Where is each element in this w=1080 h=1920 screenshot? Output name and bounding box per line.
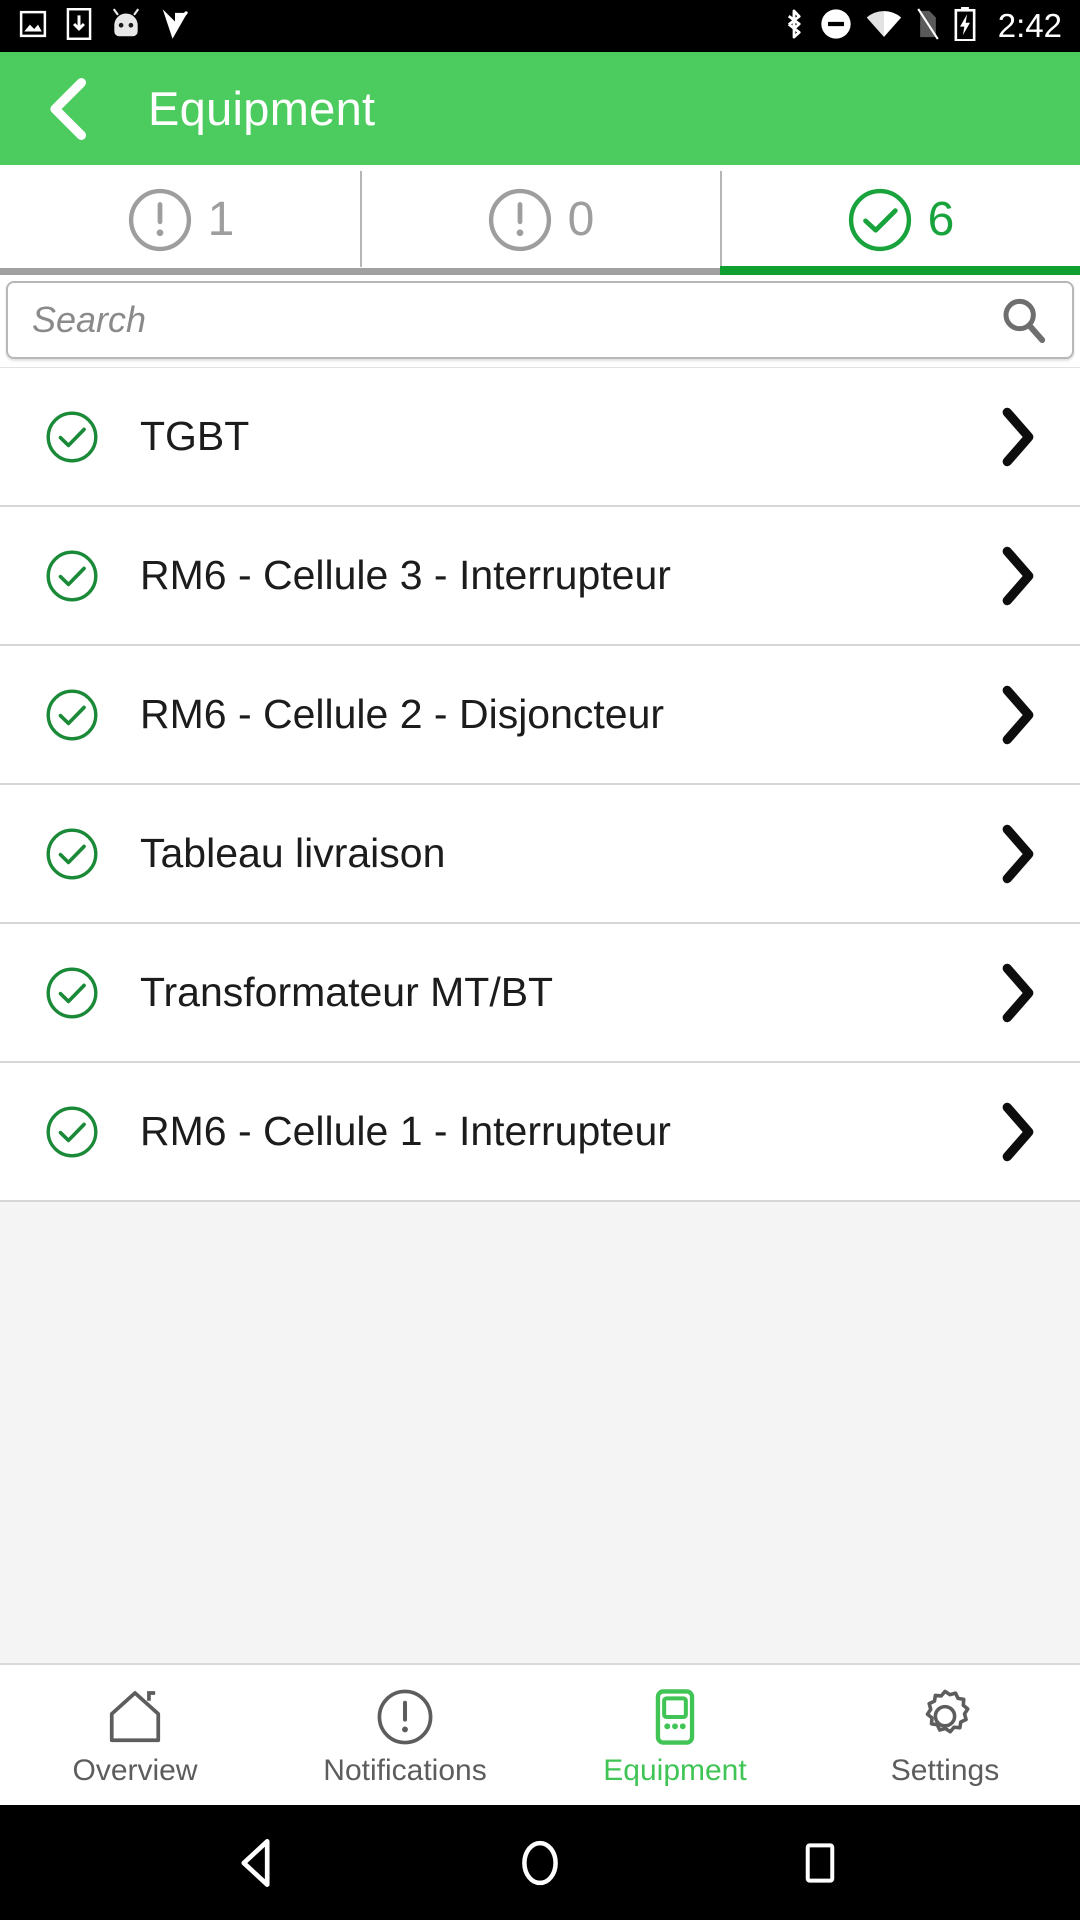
tab-count: 1 — [207, 193, 235, 246]
tab-count: 6 — [927, 193, 955, 246]
chevron-right-icon[interactable] — [990, 680, 1046, 750]
nav-item-notifications[interactable]: Notifications — [270, 1665, 540, 1805]
tab-underline — [0, 268, 360, 275]
download-icon — [66, 7, 92, 45]
check-circle-icon — [44, 965, 100, 1021]
nav-item-label: Equipment — [603, 1754, 747, 1787]
list-item-label: TGBT — [140, 413, 250, 459]
nav-item-label: Notifications — [323, 1754, 487, 1787]
list-item[interactable]: Transformateur MT/BT — [0, 924, 1080, 1063]
list-item[interactable]: TGBT — [0, 368, 1080, 507]
no-sim-icon — [916, 7, 940, 46]
home-icon — [104, 1684, 166, 1750]
search-bar-container — [0, 275, 1080, 367]
home-circle-icon — [522, 1840, 558, 1885]
nav-item-equipment[interactable]: Equipment — [540, 1665, 810, 1805]
status-filter-tabs: 1 0 6 — [0, 165, 1080, 275]
status-bar-left-icons — [18, 7, 782, 45]
tab-ok[interactable]: 6 — [720, 165, 1080, 275]
check-circle-icon — [848, 188, 911, 252]
app-bar: Equipment — [0, 52, 1080, 165]
status-bar-clock: 2:42 — [997, 7, 1062, 44]
chevron-right-icon[interactable] — [990, 402, 1046, 472]
chevron-right-icon[interactable] — [990, 958, 1046, 1028]
tab-count: 0 — [567, 193, 595, 246]
alert-circle-icon — [488, 188, 551, 252]
nav-item-label: Overview — [72, 1754, 198, 1787]
play-check-icon — [160, 8, 190, 45]
check-circle-icon — [44, 409, 100, 465]
do-not-disturb-icon — [820, 8, 852, 45]
list-item[interactable]: RM6 - Cellule 2 - Disjoncteur — [0, 646, 1080, 785]
app-screen: 2:42 Equipment 1 0 6 Search TGBT RM6 - C… — [0, 0, 1080, 1920]
list-item[interactable]: RM6 - Cellule 1 - Interrupteur — [0, 1063, 1080, 1202]
chevron-right-icon[interactable] — [990, 1097, 1046, 1167]
list-item-label: RM6 - Cellule 2 - Disjoncteur — [140, 691, 665, 737]
tab-underline — [360, 268, 720, 275]
bluetooth-icon — [782, 7, 806, 46]
android-recents-button[interactable] — [775, 1818, 865, 1908]
android-back-button[interactable] — [215, 1818, 305, 1908]
device-icon — [644, 1684, 706, 1750]
battery-charging-icon — [954, 6, 976, 46]
nav-item-label: Settings — [890, 1754, 1000, 1787]
search-icon[interactable] — [996, 293, 1050, 347]
list-item-label: Transformateur MT/BT — [140, 969, 554, 1015]
android-home-button[interactable] — [495, 1818, 585, 1908]
list-item[interactable]: Tableau livraison — [0, 785, 1080, 924]
alert-circle-icon — [128, 188, 191, 252]
page-title: Equipment — [148, 82, 376, 135]
back-button[interactable] — [34, 74, 104, 144]
list-item[interactable]: RM6 - Cellule 3 - Interrupteur — [0, 507, 1080, 646]
chevron-right-icon[interactable] — [990, 819, 1046, 889]
bottom-navigation: Overview Notifications Equipment Setting… — [0, 1663, 1080, 1805]
equipment-list: TGBT RM6 - Cellule 3 - Interrupteur RM6 … — [0, 367, 1080, 1663]
check-circle-icon — [44, 687, 100, 743]
chevron-right-icon[interactable] — [990, 541, 1046, 611]
wifi-icon — [866, 9, 902, 44]
list-item-label: Tableau livraison — [140, 830, 446, 876]
tab-alerts-warning[interactable]: 0 — [360, 165, 720, 275]
check-circle-icon — [44, 548, 100, 604]
status-bar: 2:42 — [0, 0, 1080, 52]
status-bar-right-icons: 2:42 — [782, 6, 1062, 46]
search-box[interactable] — [6, 281, 1074, 359]
check-circle-icon — [44, 826, 100, 882]
list-item-label: RM6 - Cellule 1 - Interrupteur — [140, 1108, 671, 1154]
alert-circle-icon — [374, 1684, 436, 1750]
image-icon — [18, 9, 48, 44]
back-triangle-icon — [241, 1838, 270, 1887]
nav-item-overview[interactable]: Overview — [0, 1665, 270, 1805]
android-navigation-bar — [0, 1805, 1080, 1920]
recents-square-icon — [805, 1842, 835, 1883]
gear-icon — [914, 1684, 976, 1750]
check-circle-icon — [44, 1104, 100, 1160]
android-head-icon — [110, 8, 142, 45]
tab-underline-active — [720, 266, 1080, 275]
chevron-left-icon — [50, 77, 87, 140]
nav-item-settings[interactable]: Settings — [810, 1665, 1080, 1805]
tab-alerts-critical[interactable]: 1 — [0, 165, 360, 275]
list-item-label: RM6 - Cellule 3 - Interrupteur — [140, 552, 671, 598]
search-input[interactable] — [32, 299, 996, 341]
